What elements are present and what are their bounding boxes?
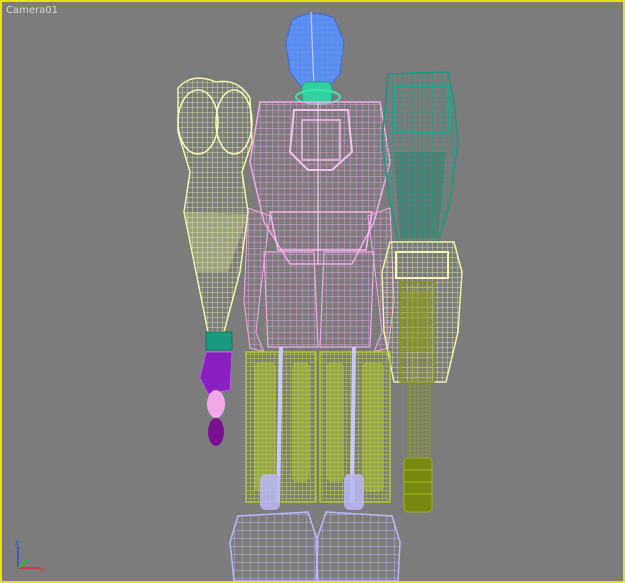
right-cannon-mesh[interactable] — [399, 281, 435, 513]
head-mesh[interactable] — [285, 11, 345, 89]
right-arm-upper-mesh[interactable] — [381, 71, 459, 243]
legs-mesh[interactable] — [245, 346, 391, 510]
svg-text:z: z — [15, 539, 19, 547]
left-arm-mesh[interactable] — [177, 77, 253, 351]
wireframe-scene — [177, 11, 463, 581]
svg-text:x: x — [40, 566, 44, 574]
torso-mesh[interactable] — [243, 101, 395, 353]
feet-mesh[interactable] — [229, 511, 401, 581]
neck-mesh[interactable] — [295, 81, 341, 105]
axis-gizmo-icon: x z — [15, 539, 44, 574]
left-hand-mesh[interactable] — [199, 351, 233, 446]
camera-viewport[interactable]: Camera01 x z — [0, 0, 625, 583]
